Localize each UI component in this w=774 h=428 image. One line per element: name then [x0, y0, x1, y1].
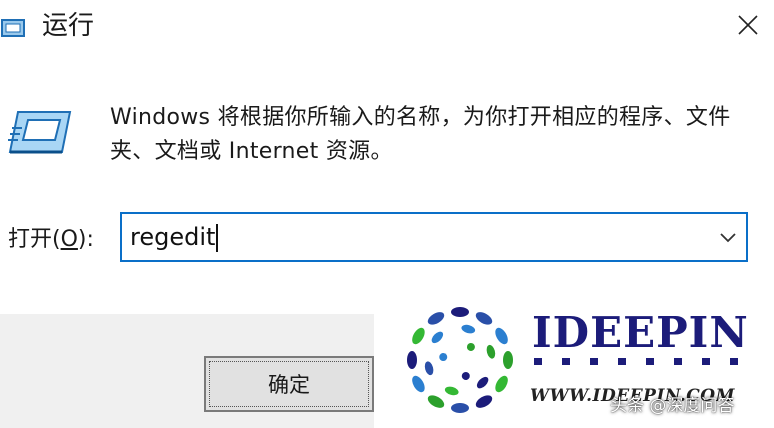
watermark-brand: IDEEPIN	[532, 308, 749, 357]
open-combobox[interactable]: regedit	[120, 212, 748, 262]
open-label-prefix: 打开(	[8, 227, 61, 252]
open-label-accelerator: O	[60, 227, 78, 252]
open-input-value: regedit	[130, 223, 216, 251]
text-caret	[216, 224, 218, 252]
title-bar: 运行	[0, 0, 774, 56]
close-button[interactable]	[722, 0, 774, 50]
window-title: 运行	[42, 11, 95, 41]
watermark-stripe-icon	[534, 358, 738, 365]
open-label: 打开(O):	[8, 223, 94, 257]
ok-button[interactable]: 确定	[204, 356, 374, 412]
open-input[interactable]: regedit	[130, 214, 218, 260]
description-text: Windows 将根据你所输入的名称，为你打开相应的程序、文件夹、文档或 Int…	[110, 105, 731, 164]
chevron-down-icon[interactable]	[718, 227, 738, 247]
run-app-icon	[1, 19, 25, 37]
close-icon	[738, 15, 758, 35]
open-label-suffix: ):	[77, 227, 94, 252]
run-program-icon	[8, 111, 72, 154]
watermark-overlay-text: 头条 @深度问答	[610, 396, 735, 416]
watermark-logo-icon	[407, 307, 513, 413]
